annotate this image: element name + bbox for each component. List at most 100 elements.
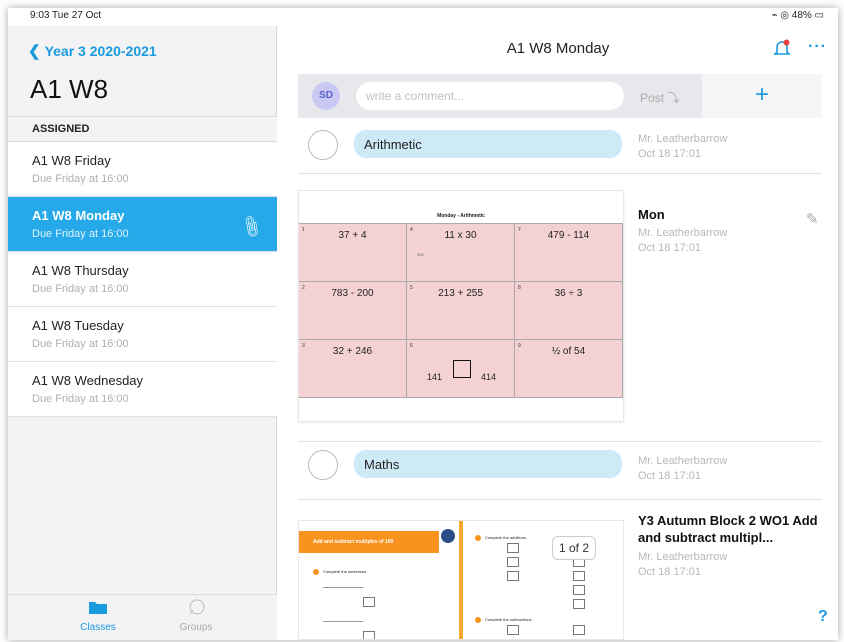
assignment-due: Due Friday at 16:00: [32, 173, 129, 185]
post-meta: Mr. Leatherbarrow Oct 18 17:01: [638, 550, 727, 580]
sidebar-title: A1 W8: [30, 74, 109, 104]
answer-box: [363, 597, 375, 607]
more-button[interactable]: ···: [808, 38, 827, 56]
comment-bar: SD write a comment... Post ⤵ +: [298, 74, 822, 118]
worksheet-attachment[interactable]: Monday - Arithmetic 1 37 + 4 4 11 x 30 330 …: [298, 190, 624, 422]
cell-question: 36 ÷ 3: [554, 288, 583, 299]
worksheet-line: [323, 621, 363, 622]
worksheet-cell: 8 36 ÷ 3: [515, 282, 623, 340]
post-button[interactable]: Post ⤵: [630, 74, 702, 118]
attachment-title: Mon: [638, 207, 665, 222]
help-button[interactable]: ?: [818, 608, 828, 626]
assignment-item[interactable]: A1 W8 Wednesday Due Friday at 16:00: [8, 362, 277, 417]
cell-question: ½ of 54: [551, 346, 586, 357]
tab-groups-label: Groups: [179, 622, 213, 633]
tab-bar: Classes Groups: [8, 594, 277, 640]
sidebar: ❮ Year 3 2020-2021 A1 W8 ASSIGNED A1 W8 F…: [8, 26, 277, 640]
answer-box: [507, 625, 519, 635]
post-label: Arithmetic: [354, 130, 622, 158]
assignment-item-selected[interactable]: A1 W8 Monday Due Friday at 16:00 📎︎: [8, 197, 277, 252]
main-panel: A1 W8 Monday ··· SD write a comment... P…: [278, 26, 838, 640]
post-date: Oct 18 17:01: [638, 242, 701, 254]
assignment-title: A1 W8 Monday: [32, 208, 125, 223]
chevron-left-icon: ❮: [28, 43, 41, 60]
post-row-maths: Maths Mr. Leatherbarrow Oct 18 17:01: [298, 444, 822, 500]
school-badge-icon: [441, 529, 455, 543]
post-row-arithmetic: Arithmetic Mr. Leatherbarrow Oct 18 17:0…: [298, 124, 822, 174]
assignment-item[interactable]: A1 W8 Tuesday Due Friday at 16:00: [8, 307, 277, 362]
add-button[interactable]: +: [702, 74, 822, 118]
avatar: SD: [312, 82, 340, 110]
answer-box: [453, 360, 471, 378]
worksheet-cell: 1 37 + 4: [299, 224, 407, 282]
worksheet-grid: 1 37 + 4 4 11 x 30 330 7 479 - 114 2 783 - 20…: [299, 223, 623, 398]
worksheet-cell: 7 479 - 114: [515, 224, 623, 282]
post-author: Mr. Leatherbarrow: [638, 455, 728, 467]
assignment-due: Due Friday at 16:00: [32, 283, 129, 295]
worksheet-cell: 9½ of 54: [515, 340, 623, 398]
assignment-title: A1 W8 Thursday: [32, 263, 129, 278]
cell-right-number: 414: [481, 372, 497, 382]
question-dot-icon: [475, 535, 481, 541]
status-time: 9:03 Tue 27 Oct: [30, 10, 102, 21]
answer-box: [573, 571, 585, 581]
worksheet-cell: 5 213 + 255: [407, 282, 515, 340]
school-logo-icon: [308, 130, 338, 160]
chat-bubble-icon: [189, 599, 205, 615]
post-meta: Mr. Leatherbarrow Oct 18 17:01: [638, 226, 727, 256]
assignment-title: A1 W8 Friday: [32, 153, 111, 168]
worksheet-cell: 2 783 - 200: [299, 282, 407, 340]
back-label: Year 3 2020-2021: [44, 43, 157, 59]
tab-groups[interactable]: Groups: [166, 599, 226, 633]
assignment-due: Due Friday at 16:00: [32, 338, 129, 350]
answer-box: [573, 585, 585, 595]
question-dot-icon: [475, 617, 481, 623]
cell-question: 213 + 255: [438, 288, 483, 299]
assignment-title: A1 W8 Tuesday: [32, 318, 124, 333]
edit-pencil-icon[interactable]: ✎: [806, 210, 819, 228]
divider: [298, 432, 822, 442]
assignment-item[interactable]: A1 W8 Thursday Due Friday at 16:00: [8, 252, 277, 307]
bell-icon[interactable]: [772, 38, 792, 58]
post-meta: Mr. Leatherbarrow Oct 18 17:01: [638, 454, 727, 484]
worksheet-cell: 3 32 + 246: [299, 340, 407, 398]
answer-box: [573, 625, 585, 635]
post-label: Maths: [354, 450, 622, 478]
app-window: 9:03 Tue 27 Oct ⌁ ◎ 48% ▭ ❮ Year 3 2020-2…: [8, 8, 838, 640]
question-dot-icon: [313, 569, 319, 575]
tab-classes[interactable]: Classes: [68, 599, 128, 633]
post-author: Mr. Leatherbarrow: [638, 551, 728, 563]
worksheet-cell: 6 141 414: [407, 340, 515, 398]
post-date: Oct 18 17:01: [638, 470, 701, 482]
answer-box: [573, 599, 585, 609]
attachment-title: Y3 Autumn Block 2 WO1 Add and subtract m…: [638, 513, 818, 545]
status-icons: ⌁ ◎ 48% ▭: [771, 10, 824, 21]
cell-question: 479 - 114: [547, 230, 590, 241]
school-logo-icon: [308, 450, 338, 480]
comment-input[interactable]: write a comment...: [356, 82, 624, 110]
answer-box: [507, 543, 519, 553]
answer-box: [363, 631, 375, 639]
worksheet-title: Monday - Arithmetic: [437, 213, 485, 219]
question-text: Complete the sentences.: [323, 569, 368, 574]
assignment-due: Due Friday at 16:00: [32, 393, 129, 405]
worksheet-page-1: Add and subtract multiples of 100 Comple…: [299, 521, 463, 639]
assignment-item[interactable]: A1 W8 Friday Due Friday at 16:00: [8, 142, 277, 197]
page-title: A1 W8 Monday: [506, 40, 610, 57]
post-date: Oct 18 17:01: [638, 566, 701, 578]
post-author: Mr. Leatherbarrow: [638, 227, 728, 239]
assignment-title: A1 W8 Wednesday: [32, 373, 144, 388]
worksheet-banner: Add and subtract multiples of 100: [299, 531, 439, 553]
top-bar: A1 W8 Monday ···: [278, 26, 838, 70]
worksheet-cell: 4 11 x 30 330: [407, 224, 515, 282]
assignment-list: A1 W8 Friday Due Friday at 16:00 A1 W8 M…: [8, 142, 277, 417]
worksheet-line: [323, 587, 363, 588]
cell-working: 330: [417, 252, 424, 257]
page-indicator: 1 of 2: [552, 536, 597, 560]
status-bar: 9:03 Tue 27 Oct ⌁ ◎ 48% ▭: [8, 8, 838, 26]
cell-question: 11 x 30: [444, 230, 477, 241]
back-button[interactable]: ❮ Year 3 2020-2021: [28, 42, 157, 60]
post-meta: Mr. Leatherbarrow Oct 18 17:01: [638, 132, 727, 162]
cell-number: 6: [410, 343, 413, 349]
answer-box: [507, 571, 519, 581]
